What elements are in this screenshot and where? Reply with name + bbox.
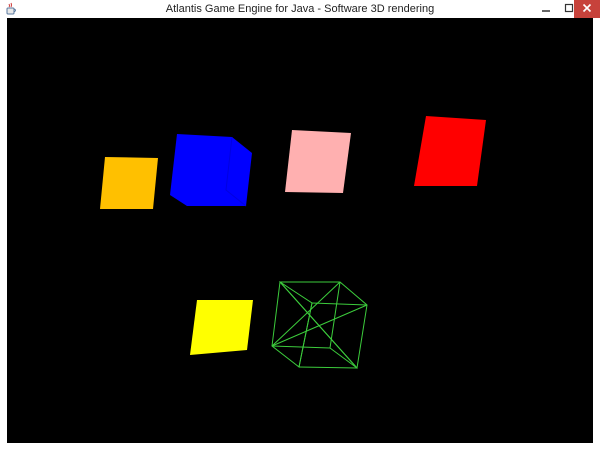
scene-canvas [100,116,486,370]
wire-edge [329,281,341,349]
orange-quad [100,157,158,209]
yellow-quad [190,300,253,355]
red-quad [414,116,486,186]
wire-edge [311,302,368,306]
wire-diagonal [279,281,358,369]
wire-edge [329,347,358,369]
wire-diagonal [298,302,313,368]
blue-cube-body [170,134,252,206]
blue-cube [170,134,252,207]
wire-diagonal [271,281,341,347]
wire-front-face [278,281,368,370]
app-window: Atlantis Game Engine for Java - Software… [0,0,600,450]
green-wireframe-cube [271,281,368,370]
pink-quad [285,130,351,193]
wire-edge [271,345,331,349]
wire-diagonal [271,304,368,347]
wire-edge [298,366,358,369]
